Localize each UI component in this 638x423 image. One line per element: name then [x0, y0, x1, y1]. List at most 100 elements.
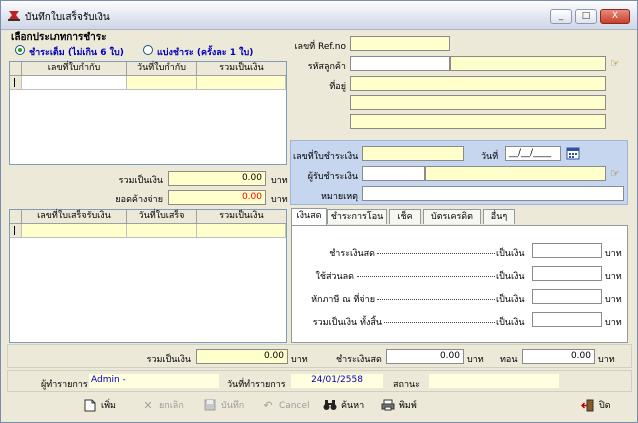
withholding-field[interactable]: [532, 289, 602, 304]
add-button[interactable]: เพิ่ม: [83, 396, 116, 416]
payer-code-field[interactable]: [362, 166, 425, 181]
doc-no-field[interactable]: [362, 146, 464, 161]
radio-partial-label[interactable]: แบ่งชำระ (ครั้งละ 1 ใบ): [157, 45, 253, 59]
tab-cash[interactable]: เงินสด: [291, 208, 327, 225]
save-button[interactable]: บันทึก: [203, 396, 244, 416]
radio-full-label[interactable]: ชำระเต็ม (ไม่เกิน 6 ใบ): [29, 45, 124, 59]
address-line-1[interactable]: [350, 76, 606, 91]
payer-name-field[interactable]: [425, 166, 606, 181]
note-label: หมายเหตุ: [320, 192, 358, 202]
col-receipt-no[interactable]: เลขที่ใบเสร็จรับเงิน: [22, 210, 127, 224]
col-invoice-date[interactable]: วันที่ใบกำกับ: [127, 62, 197, 76]
payer-label: ผู้รับชำระเงิน: [307, 172, 358, 182]
summary-cash-label: ชำระเงินสด: [336, 355, 382, 365]
exit-door-icon: [580, 399, 595, 413]
discount-suffix: เป็นเงิน: [496, 272, 525, 282]
cash-pay-suffix: เป็นเงิน: [496, 249, 525, 259]
discount-unit: บาท: [605, 272, 622, 282]
print-button[interactable]: พิมพ์: [381, 396, 417, 416]
tab-credit-card[interactable]: บัตรเครดิต: [423, 209, 481, 224]
cash-pay-label: ชำระเงินสด: [329, 249, 375, 259]
doc-date-label: วันที่: [481, 152, 499, 162]
maximize-icon: □: [581, 11, 591, 21]
withholding-label: หักภาษี ณ ที่จ่าย: [311, 295, 375, 305]
table-row[interactable]: [10, 224, 286, 238]
left-total-value: 0.00: [168, 171, 266, 186]
customer-name-field[interactable]: [450, 56, 606, 71]
summary-total-unit: บาท: [291, 355, 308, 365]
invoice-grid-header: เลขที่ใบกำกับ วันที่ใบกำกับ รวมเป็นเงิน: [10, 62, 286, 76]
minimize-button[interactable]: _: [550, 9, 572, 24]
floppy-icon: [203, 399, 217, 413]
receipt-grid[interactable]: เลขที่ใบเสร็จรับเงิน วันที่ใบเสร็จ รวมเป…: [9, 209, 287, 343]
maximize-button[interactable]: □: [575, 9, 597, 24]
title-bar[interactable]: บันทึกใบเสร็จรับเงิน _ □ X: [1, 1, 637, 30]
new-document-icon: [83, 399, 97, 413]
cash-pay-unit: บาท: [605, 249, 622, 259]
customer-lookup-icon[interactable]: ☞: [610, 57, 620, 70]
search-button[interactable]: ค้นหา: [323, 396, 364, 416]
doc-no-label: เลขที่ใบชำระเงิน: [293, 152, 359, 162]
payment-type-heading: เลือกประเภทการชำระ: [11, 32, 107, 43]
cash-pay-field[interactable]: [532, 243, 602, 258]
tab-other[interactable]: อื่นๆ: [483, 209, 515, 224]
summary-change-value[interactable]: 0.00: [522, 349, 595, 364]
discount-field[interactable]: [532, 266, 602, 281]
grand-total-label: รวมเป็นเงิน ทั้งสิ้น: [312, 318, 382, 328]
printer-icon: [381, 399, 395, 413]
radio-partial-payment[interactable]: [143, 45, 153, 55]
grand-total-field[interactable]: [532, 312, 602, 327]
ref-label: เลขที่ Ref.no: [294, 42, 346, 52]
summary-cash-unit: บาท: [467, 355, 484, 365]
address-line-2[interactable]: [350, 95, 606, 110]
calendar-icon[interactable]: [566, 146, 580, 160]
binoculars-icon: [323, 399, 337, 413]
entry-date-value: 24/01/2558: [291, 374, 383, 388]
col-receipt-total[interactable]: รวมเป็นเงิน: [197, 210, 286, 224]
summary-change-label: ทอน: [500, 355, 518, 365]
tab-cheque[interactable]: เช็ค: [389, 209, 421, 224]
outstanding-value: 0.00: [168, 190, 266, 205]
close-icon: X: [611, 11, 619, 21]
x-icon: ✕: [143, 398, 153, 412]
app-icon: [8, 11, 20, 21]
close-window-button[interactable]: X: [600, 9, 630, 24]
address-label: ที่อยู่: [329, 82, 346, 92]
col-receipt-date[interactable]: วันที่ใบเสร็จ: [127, 210, 197, 224]
address-line-3[interactable]: [350, 114, 606, 129]
grand-total-unit: บาท: [605, 318, 622, 328]
doc-date-field[interactable]: __/__/____: [505, 146, 561, 161]
left-total-label: รวมเป็นเงิน: [118, 176, 163, 186]
customer-code-field[interactable]: [350, 56, 450, 71]
window-title: บันทึกใบเสร็จรับเงิน: [25, 12, 110, 23]
cancel-button[interactable]: ↶ Cancel: [261, 396, 309, 416]
receipt-grid-header: เลขที่ใบเสร็จรับเงิน วันที่ใบเสร็จ รวมเป…: [10, 210, 286, 224]
summary-total-label: รวมเป็นเงิน: [146, 355, 191, 365]
entry-date-label: วันที่ทำรายการ: [227, 380, 286, 390]
undo-icon: ↶: [263, 398, 273, 412]
state-value: [429, 374, 559, 388]
cancel-edit-button[interactable]: ✕ ยกเลิก: [141, 396, 183, 416]
discount-label: ใช้ส่วนลด: [315, 272, 354, 282]
invoice-grid[interactable]: เลขที่ใบกำกับ วันที่ใบกำกับ รวมเป็นเงิน: [9, 61, 287, 165]
payer-lookup-icon[interactable]: ☞: [610, 167, 620, 180]
user-value: Admin -: [89, 374, 219, 388]
summary-cash-value[interactable]: 0.00: [386, 349, 464, 364]
note-field[interactable]: [362, 186, 624, 201]
col-invoice-total[interactable]: รวมเป็นเงิน: [197, 62, 286, 76]
state-label: สถานะ: [393, 380, 420, 390]
withholding-unit: บาท: [605, 295, 622, 305]
col-invoice-no[interactable]: เลขที่ใบกำกับ: [22, 62, 127, 76]
minimize-icon: _: [558, 11, 564, 21]
outstanding-unit: บาท: [271, 195, 288, 205]
ref-field[interactable]: [350, 36, 450, 51]
summary-change-unit: บาท: [598, 355, 615, 365]
grand-total-suffix: เป็นเงิน: [496, 318, 525, 328]
summary-total-value: 0.00: [196, 349, 288, 364]
tab-transfer[interactable]: ชำระการโอน: [327, 209, 387, 224]
outstanding-label: ยอดค้างจ่าย: [115, 195, 163, 205]
table-row[interactable]: [10, 76, 286, 90]
close-button[interactable]: ปิด: [580, 396, 611, 416]
radio-full-payment[interactable]: [15, 45, 25, 55]
left-total-unit: บาท: [271, 176, 288, 186]
